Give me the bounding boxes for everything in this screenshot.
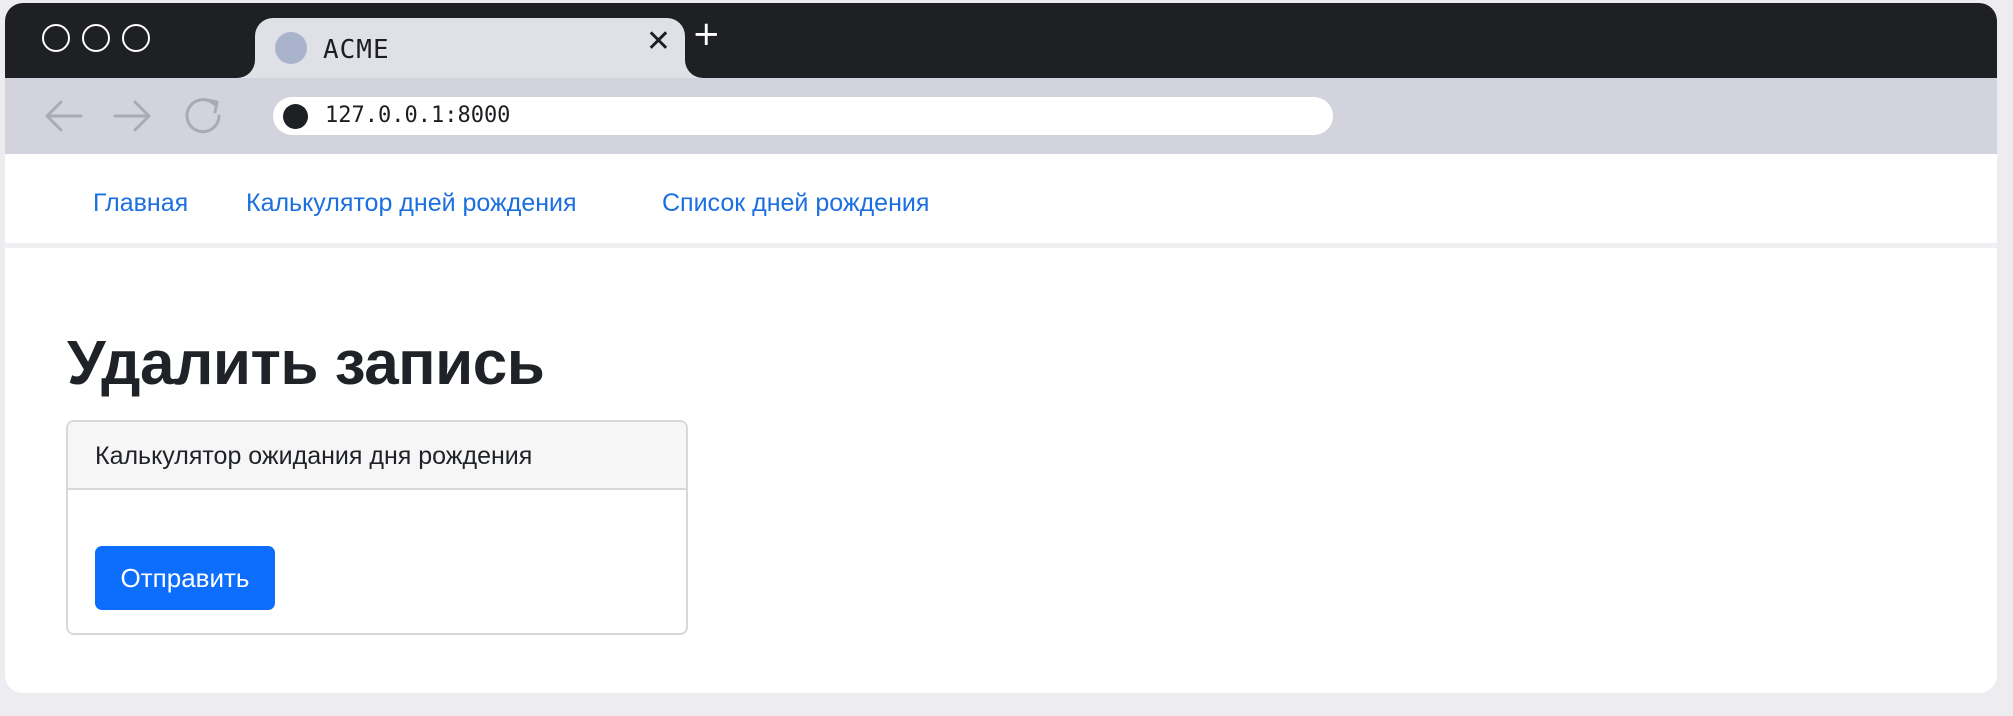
window-close-circle-icon[interactable] bbox=[42, 24, 70, 52]
back-arrow-icon[interactable] bbox=[41, 94, 85, 138]
window-minimize-circle-icon[interactable] bbox=[82, 24, 110, 52]
site-info-icon[interactable] bbox=[283, 104, 308, 129]
submit-button[interactable]: Отправить bbox=[95, 546, 275, 610]
web-page: Главная Калькулятор дней рождения Список… bbox=[5, 154, 1997, 693]
nav-link-birthday-calculator[interactable]: Калькулятор дней рождения bbox=[246, 189, 577, 218]
window-zoom-circle-icon[interactable] bbox=[122, 24, 150, 52]
nav-link-home[interactable]: Главная bbox=[93, 189, 188, 218]
tab-title: ACME bbox=[323, 35, 390, 65]
site-navbar: Главная Калькулятор дней рождения Список… bbox=[5, 154, 1997, 248]
forward-arrow-icon[interactable] bbox=[111, 94, 155, 138]
browser-toolbar: 127.0.0.1:8000 bbox=[5, 78, 1997, 154]
card-header-title: Калькулятор ожидания дня рождения bbox=[95, 442, 533, 470]
address-url[interactable]: 127.0.0.1:8000 bbox=[325, 103, 510, 128]
reload-icon[interactable] bbox=[181, 94, 225, 138]
card-header: Калькулятор ожидания дня рождения bbox=[68, 422, 686, 490]
tab-close-icon[interactable]: ✕ bbox=[646, 24, 671, 59]
address-bar[interactable]: 127.0.0.1:8000 bbox=[273, 97, 1333, 135]
browser-tab[interactable]: ACME ✕ bbox=[255, 18, 685, 78]
delete-card: Калькулятор ожидания дня рождения Отправ… bbox=[66, 420, 688, 635]
nav-link-birthday-list[interactable]: Список дней рождения bbox=[662, 189, 929, 218]
favicon-icon bbox=[275, 32, 307, 64]
page-title: Удалить запись bbox=[67, 329, 545, 398]
browser-window: ACME ✕ + 127.0.0.1:8000 Главная Калькуля… bbox=[5, 3, 1997, 693]
new-tab-button[interactable]: + bbox=[692, 17, 721, 51]
browser-titlebar: ACME ✕ + bbox=[5, 3, 1997, 78]
